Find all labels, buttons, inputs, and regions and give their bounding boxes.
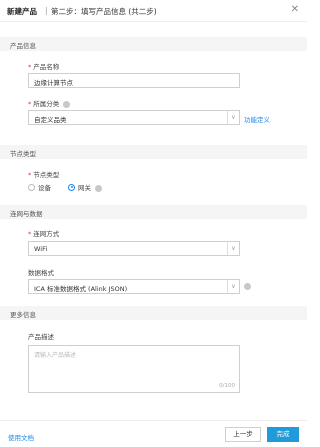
description-label: 产品描述 <box>28 333 54 341</box>
category-label: * 所属分类 <box>28 98 71 108</box>
description-placeholder: 请输入产品描述 <box>34 352 77 359</box>
network-method-select[interactable]: WiFi ∨ <box>28 241 240 256</box>
section-title: 连网与数据 <box>10 210 43 218</box>
character-counter: 0/100 <box>219 383 235 389</box>
help-icon[interactable] <box>244 283 251 290</box>
previous-button[interactable]: 上一步 <box>225 427 261 442</box>
section-networking: 连网与数据 <box>0 205 307 219</box>
section-title: 节点类型 <box>10 150 36 158</box>
done-button[interactable]: 完成 <box>267 427 299 442</box>
description-textarea[interactable]: 请输入产品描述 0/100 <box>28 345 240 393</box>
network-method-value: WiFi <box>34 245 48 253</box>
section-more-info: 更多信息 <box>0 306 307 320</box>
radio-checked-icon <box>68 183 75 191</box>
required-mark: * <box>28 100 32 108</box>
dialog-header: 新建产品 | 第二步：填写产品信息 (共二步) ✕ <box>0 0 307 22</box>
chevron-down-icon: ∨ <box>227 111 239 124</box>
chevron-down-icon: ∨ <box>227 242 239 255</box>
data-format-select[interactable]: ICA 标准数据格式 (Alink JSON) ∨ <box>28 279 240 294</box>
step-subtitle: 第二步：填写产品信息 (共二步) <box>51 7 157 16</box>
required-mark: * <box>28 230 32 238</box>
dialog-footer: 使用文档 上一步 完成 <box>0 420 307 447</box>
required-mark: * <box>28 63 32 71</box>
dialog-title: 新建产品 <box>7 7 37 16</box>
radio-device[interactable]: 设备 <box>28 182 51 192</box>
product-name-input[interactable]: 边缘计算节点 <box>28 73 240 88</box>
node-type-label: * 节点类型 <box>28 171 60 179</box>
close-icon[interactable]: ✕ <box>291 4 299 15</box>
chevron-down-icon: ∨ <box>227 280 239 293</box>
help-icon[interactable] <box>63 100 71 108</box>
function-definition-link[interactable]: 功能定义 <box>244 114 270 124</box>
product-name-label: * 产品名称 <box>28 63 60 71</box>
radio-gateway[interactable]: 网关 <box>68 182 102 192</box>
radio-circle-icon <box>28 183 35 191</box>
title-separator: | <box>45 6 48 15</box>
section-product-info: 产品信息 <box>0 37 307 51</box>
documentation-link[interactable]: 使用文档 <box>8 432 34 442</box>
section-node-type: 节点类型 <box>0 145 307 159</box>
category-value: 自定义品类 <box>34 116 67 124</box>
required-mark: * <box>28 171 32 179</box>
data-format-label: 数据格式 <box>28 269 54 277</box>
network-method-label: * 连网方式 <box>28 230 60 238</box>
help-icon[interactable] <box>95 184 102 192</box>
section-title: 更多信息 <box>10 311 36 319</box>
data-format-value: ICA 标准数据格式 (Alink JSON) <box>34 285 128 293</box>
section-title: 产品信息 <box>10 42 36 50</box>
category-select[interactable]: 自定义品类 ∨ <box>28 110 240 125</box>
